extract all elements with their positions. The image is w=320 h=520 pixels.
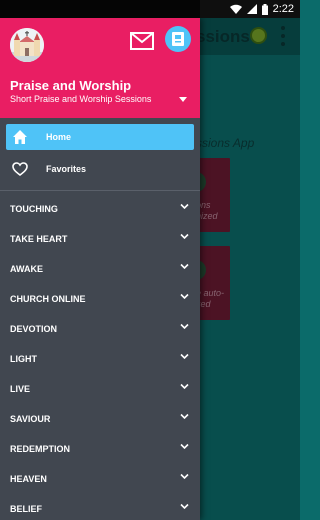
home-icon <box>13 130 27 144</box>
category-item-take-heart[interactable]: TAKE HEART <box>0 221 200 251</box>
wifi-icon <box>229 4 242 14</box>
cell-signal-icon <box>246 4 257 14</box>
chevron-down-icon <box>180 323 189 330</box>
church-logo-icon <box>10 28 44 62</box>
category-label: SAVIOUR <box>10 414 51 424</box>
category-label: HEAVEN <box>10 474 47 484</box>
category-label: AWAKE <box>10 264 44 274</box>
category-label: TAKE HEART <box>10 234 68 244</box>
status-icons: 2:22 <box>229 0 294 18</box>
category-item-heaven[interactable]: HEAVEN <box>0 461 200 491</box>
category-item-redemption[interactable]: REDEMPTION <box>0 431 200 461</box>
primary-nav: Home Favorites <box>0 124 200 188</box>
category-label: TOUCHING <box>10 204 58 214</box>
category-item-light[interactable]: LIGHT <box>0 341 200 371</box>
chevron-down-icon <box>180 383 189 390</box>
navigation-drawer: Praise and Worship Short Praise and Wors… <box>0 18 200 520</box>
chevron-down-icon <box>180 353 189 360</box>
category-label: CHURCH ONLINE <box>10 294 86 304</box>
category-list: TOUCHING TAKE HEART AWAKE CHURCH ONLINE … <box>0 191 200 520</box>
status-time: 2:22 <box>272 3 294 15</box>
nav-item-label: Home <box>46 132 72 142</box>
chevron-down-icon <box>180 503 189 510</box>
chevron-down-icon <box>180 293 189 300</box>
chevron-down-icon <box>180 263 189 270</box>
chevron-down-icon <box>180 473 189 480</box>
chevron-down-icon <box>180 233 189 240</box>
category-label: REDEMPTION <box>10 444 71 454</box>
chevron-down-icon <box>180 203 189 210</box>
battery-icon <box>261 3 268 15</box>
nav-item-favorites[interactable]: Favorites <box>6 156 194 182</box>
category-label: LIVE <box>10 384 31 394</box>
account-dropdown-icon[interactable] <box>179 97 187 102</box>
heart-outline-icon <box>12 162 28 177</box>
mail-icon[interactable] <box>130 31 154 51</box>
category-label: LIGHT <box>10 354 37 364</box>
category-label: DEVOTION <box>10 324 58 334</box>
category-item-devotion[interactable]: DEVOTION <box>0 311 200 341</box>
drawer-header: Praise and Worship Short Praise and Wors… <box>0 18 200 118</box>
drawer-title: Praise and Worship <box>10 78 132 93</box>
category-item-live[interactable]: LIVE <box>0 371 200 401</box>
category-label: BELIEF <box>10 504 43 514</box>
nav-item-label: Favorites <box>46 164 87 174</box>
category-item-awake[interactable]: AWAKE <box>0 251 200 281</box>
drawer-status-overlay <box>0 0 200 18</box>
category-item-belief[interactable]: BELIEF <box>0 491 200 520</box>
profile-icon[interactable] <box>165 26 191 52</box>
category-item-touching[interactable]: TOUCHING <box>0 191 200 221</box>
chevron-down-icon <box>180 413 189 420</box>
chevron-down-icon <box>180 443 189 450</box>
category-item-church-online[interactable]: CHURCH ONLINE <box>0 281 200 311</box>
category-item-saviour[interactable]: SAVIOUR <box>0 401 200 431</box>
status-bar: 2:22 <box>0 0 300 18</box>
nav-item-home[interactable]: Home <box>6 124 194 150</box>
drawer-subtitle: Short Praise and Worship Sessions <box>10 94 152 104</box>
